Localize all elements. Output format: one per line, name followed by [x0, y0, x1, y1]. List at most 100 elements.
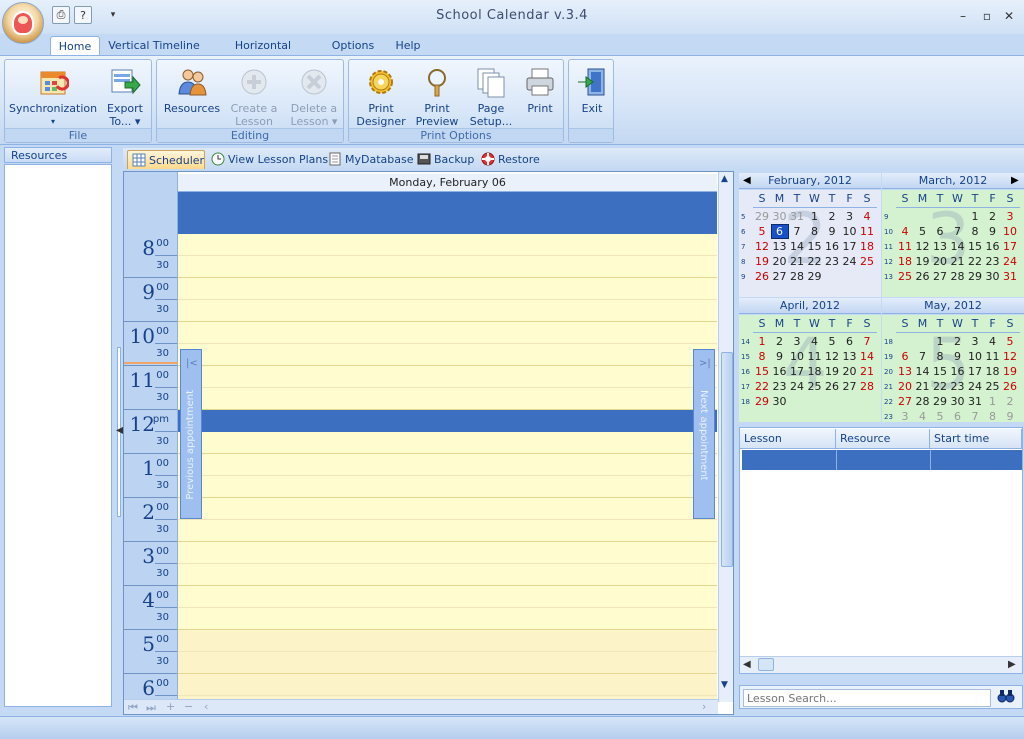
calendar-day[interactable]: 4 — [859, 210, 875, 223]
close-button[interactable]: ✕ — [1000, 8, 1018, 24]
calendar-day[interactable]: 24 — [1002, 255, 1018, 268]
calendar-day[interactable]: 25 — [807, 380, 823, 393]
calendar-day[interactable]: 20 — [772, 255, 788, 268]
last-icon[interactable]: ⏭ — [146, 701, 156, 714]
create-lesson-button[interactable]: Create a Lesson — [225, 62, 283, 128]
first-icon[interactable]: ⏮ — [128, 701, 138, 714]
calendar-day[interactable]: 29 — [754, 395, 770, 408]
calendar-day[interactable]: 5 — [824, 335, 840, 348]
calendar-day[interactable]: 29 — [932, 395, 948, 408]
calendar-day[interactable]: 16 — [824, 240, 840, 253]
calendar-day[interactable]: 10 — [967, 350, 983, 363]
calendar-day[interactable]: 2 — [1002, 395, 1018, 408]
calendar-day[interactable]: 1 — [967, 210, 983, 223]
time-slot[interactable] — [178, 608, 717, 630]
calendar-day[interactable]: 27 — [897, 395, 913, 408]
tab-view-lesson-plans[interactable]: View Lesson Plans — [207, 150, 328, 169]
scroll-down-icon[interactable]: ▼ — [721, 680, 728, 690]
calendar-day[interactable]: 10 — [1002, 225, 1018, 238]
calendar-day[interactable]: 17 — [967, 365, 983, 378]
all-day-area[interactable] — [178, 192, 717, 234]
previous-appointment-button[interactable]: |< Previous appointment — [180, 349, 202, 519]
calendar-day[interactable]: 28 — [789, 270, 805, 283]
calendar-day[interactable]: 13 — [932, 240, 948, 253]
calendar-day[interactable]: 15 — [967, 240, 983, 253]
calendar-day[interactable]: 22 — [754, 380, 770, 393]
calendar-day[interactable]: 31 — [789, 210, 805, 223]
calendar-day[interactable]: 22 — [967, 255, 983, 268]
calendar-day[interactable]: 8 — [754, 350, 770, 363]
calendar-day[interactable]: 6 — [842, 335, 858, 348]
calendar-day[interactable]: 31 — [1002, 270, 1018, 283]
print-preview-button[interactable]: Print Preview — [409, 62, 465, 128]
calendar-day[interactable]: 20 — [932, 255, 948, 268]
calendar-day[interactable]: 13 — [897, 365, 913, 378]
calendar-day[interactable]: 2 — [950, 335, 966, 348]
calendar-day[interactable]: 19 — [824, 365, 840, 378]
calendar-day[interactable]: 9 — [950, 350, 966, 363]
calendar-day[interactable]: 25 — [897, 270, 913, 283]
calendar-day[interactable]: 20 — [842, 365, 858, 378]
calendar-day[interactable]: 3 — [789, 335, 805, 348]
calendar-day[interactable]: 29 — [807, 270, 823, 283]
calendar-day[interactable]: 17 — [1002, 240, 1018, 253]
calendar-day[interactable]: 7 — [915, 350, 931, 363]
calendar-day[interactable]: 4 — [985, 335, 1001, 348]
lesson-list-hscrollbar[interactable]: ◀ ▶ — [740, 656, 1022, 673]
time-slot[interactable] — [178, 520, 717, 542]
scroll-left-icon[interactable]: ◀ — [743, 659, 751, 670]
calendar-day[interactable]: 23 — [950, 380, 966, 393]
calendar-day[interactable]: 3 — [967, 335, 983, 348]
calendar-day[interactable]: 8 — [932, 350, 948, 363]
calendar-day[interactable]: 7 — [859, 335, 875, 348]
calendar-day[interactable]: 26 — [754, 270, 770, 283]
calendar-day[interactable]: 18 — [985, 365, 1001, 378]
calendar-day[interactable]: 18 — [859, 240, 875, 253]
calendar-day[interactable]: 4 — [897, 225, 913, 238]
calendar-day[interactable]: 7 — [789, 225, 805, 238]
calendar-day[interactable]: 11 — [859, 225, 875, 238]
calendar-day[interactable]: 15 — [807, 240, 823, 253]
calendar-day[interactable]: 6 — [932, 225, 948, 238]
calendar-day[interactable]: 18 — [807, 365, 823, 378]
calendar-day[interactable]: 6 — [770, 224, 789, 239]
calendar-day[interactable]: 1 — [985, 395, 1001, 408]
synchronization-button[interactable]: Synchronization ▾ — [9, 62, 97, 128]
tab-horizontal-timeline[interactable]: Horizontal Timeline — [210, 36, 316, 72]
calendar-day[interactable]: 21 — [859, 365, 875, 378]
calendar-day[interactable]: 3 — [897, 410, 913, 423]
calendar-day[interactable]: 20 — [897, 380, 913, 393]
calendar-day[interactable]: 17 — [789, 365, 805, 378]
calendar-day[interactable]: 22 — [807, 255, 823, 268]
calendar-day[interactable]: 1 — [807, 210, 823, 223]
vertical-scrollbar[interactable]: ▲ ▼ — [718, 172, 733, 702]
calendar-day[interactable]: 24 — [842, 255, 858, 268]
calendar-day[interactable]: 5 — [754, 225, 770, 238]
calendar-day[interactable]: 30 — [985, 270, 1001, 283]
calendar-day[interactable]: 15 — [932, 365, 948, 378]
time-slot[interactable] — [178, 630, 717, 652]
tab-options[interactable]: Options — [326, 36, 380, 56]
calendar-day[interactable]: 2 — [985, 210, 1001, 223]
tab-restore[interactable]: Restore — [477, 150, 547, 169]
calendar-day[interactable]: 25 — [985, 380, 1001, 393]
calendar-day[interactable]: 29 — [967, 270, 983, 283]
column-header-start-time[interactable]: Start time — [930, 429, 1022, 449]
time-slot[interactable] — [178, 278, 717, 300]
day-header[interactable]: Monday, February 06 — [178, 174, 717, 192]
calendar-day[interactable]: 2 — [772, 335, 788, 348]
calendar-day[interactable]: 30 — [772, 210, 788, 223]
calendar-day[interactable]: 31 — [967, 395, 983, 408]
month-title[interactable]: February, 2012 — [739, 173, 881, 189]
scrollbar-thumb[interactable] — [721, 352, 733, 567]
calendar-day[interactable]: 7 — [967, 410, 983, 423]
calendar-day[interactable]: 9 — [985, 225, 1001, 238]
calendar-day[interactable]: 28 — [859, 380, 875, 393]
previous-month-icon[interactable]: ◀ — [743, 175, 751, 186]
scroll-left-icon[interactable]: ‹ — [204, 700, 208, 713]
time-slot[interactable] — [178, 234, 717, 256]
minimize-button[interactable]: – — [954, 8, 972, 24]
time-slot[interactable] — [178, 476, 717, 498]
calendar-day[interactable]: 14 — [859, 350, 875, 363]
calendar-day[interactable]: 5 — [915, 225, 931, 238]
